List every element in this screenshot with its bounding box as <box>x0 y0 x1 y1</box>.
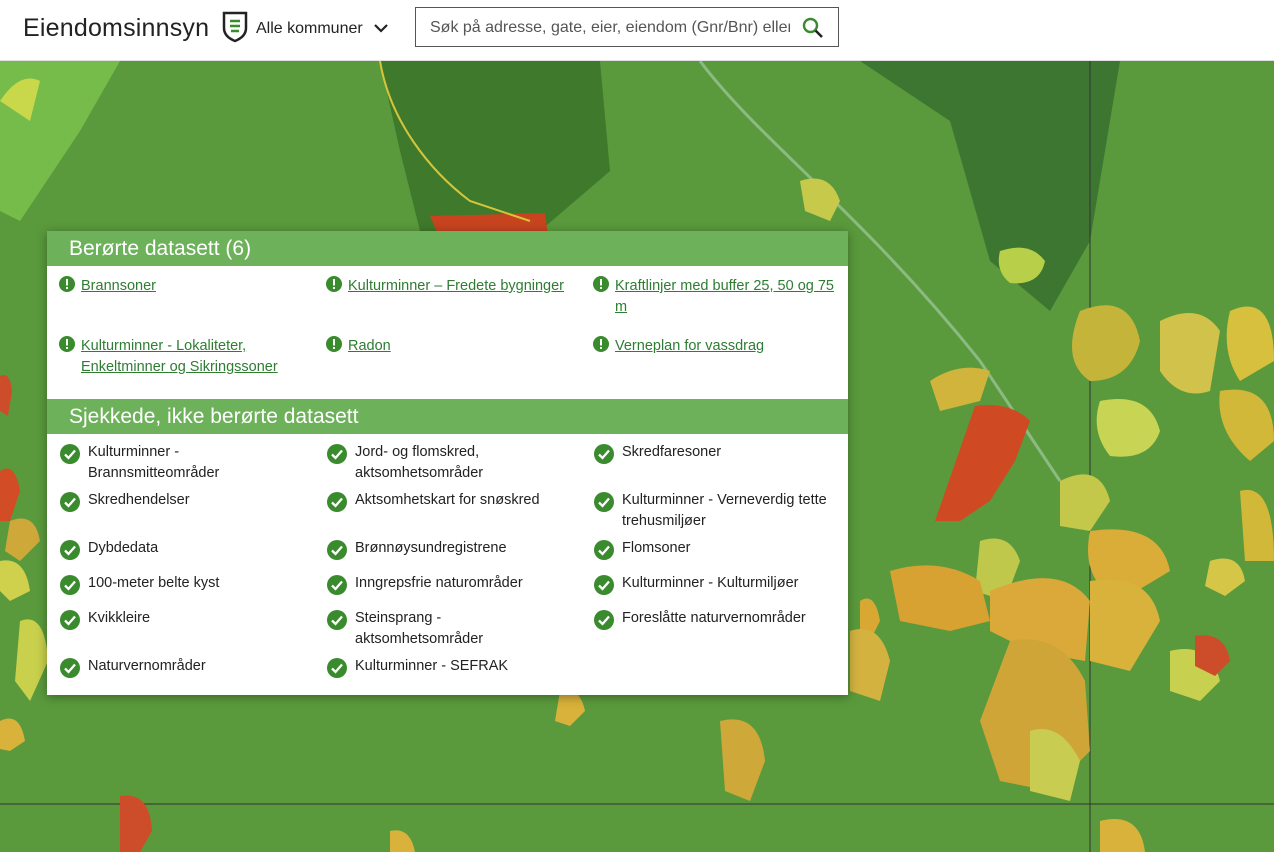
dataset-name: Naturvernområder <box>88 658 206 674</box>
dataset-name: Kulturminner - Verneverdig tette trehusm… <box>622 492 827 529</box>
dataset-name: Dybdedata <box>88 540 159 556</box>
list-item: Flomsoner <box>581 538 848 573</box>
top-bar: Eiendomsinnsyn Alle kommuner <box>0 0 1274 61</box>
list-item: Kulturminner - Kulturmiljøer <box>581 573 848 608</box>
list-item: Verneplan for vassdrag <box>581 326 848 386</box>
dataset-name: Kulturminner - SEFRAK <box>355 658 509 674</box>
list-item: Kraftlinjer med buffer 25, 50 og 75 m <box>581 266 848 326</box>
dataset-name: Inngrepsfrie naturområder <box>355 575 523 591</box>
warning-icon <box>593 336 609 359</box>
list-item: Aktsomhetskart for snøskred <box>314 490 581 538</box>
list-item: Kulturminner - SEFRAK <box>314 656 581 691</box>
list-item: Skredhendelser <box>47 490 314 538</box>
list-item: Foreslåtte naturvernområder <box>581 608 848 656</box>
dataset-link[interactable]: Kulturminner - Lokaliteter, Enkeltminner… <box>81 336 306 378</box>
check-circle-icon <box>327 610 347 637</box>
list-item: Radon <box>314 326 581 386</box>
list-item: Brannsoner <box>47 266 314 326</box>
check-circle-icon <box>594 492 614 519</box>
check-circle-icon <box>60 575 80 602</box>
check-circle-icon <box>327 575 347 602</box>
affected-datasets-heading: Berørte datasett (6) <box>47 231 848 266</box>
list-item: Kulturminner - Brannsmitteområder <box>47 442 314 490</box>
app-title[interactable]: Eiendomsinnsyn <box>23 14 209 43</box>
dataset-name: Foreslåtte naturvernområder <box>622 610 806 626</box>
check-circle-icon <box>60 492 80 519</box>
check-circle-icon <box>327 444 347 471</box>
dataset-link[interactable]: Radon <box>348 336 391 357</box>
check-circle-icon <box>60 610 80 637</box>
check-circle-icon <box>594 610 614 637</box>
dataset-name: Steinsprang - aktsomhetsområder <box>355 610 484 647</box>
check-circle-icon <box>60 658 80 685</box>
warning-icon <box>59 276 75 299</box>
list-item: Kulturminner - Verneverdig tette trehusm… <box>581 490 848 538</box>
list-item: Skredfaresoner <box>581 442 848 490</box>
list-item: Jord- og flomskred, aktsomhetsområder <box>314 442 581 490</box>
search-box <box>415 7 839 47</box>
check-circle-icon <box>594 540 614 567</box>
list-item: Dybdedata <box>47 538 314 573</box>
check-circle-icon <box>327 540 347 567</box>
warning-icon <box>326 336 342 359</box>
dataset-name: Skredhendelser <box>88 492 190 508</box>
dataset-name: Skredfaresoner <box>622 444 722 460</box>
dataset-name: Jord- og flomskred, aktsomhetsområder <box>355 444 484 481</box>
chevron-down-icon <box>373 20 389 38</box>
checked-datasets-heading: Sjekkede, ikke berørte datasett <box>47 399 848 434</box>
warning-icon <box>593 276 609 299</box>
list-item: Kulturminner - Lokaliteter, Enkeltminner… <box>47 326 314 386</box>
check-circle-icon <box>60 444 80 471</box>
check-circle-icon <box>594 444 614 471</box>
warning-icon <box>59 336 75 359</box>
list-item: Steinsprang - aktsomhetsområder <box>314 608 581 656</box>
affected-datasets-list: Brannsoner Kulturminner – Fredete bygnin… <box>47 266 848 386</box>
list-item: Kvikkleire <box>47 608 314 656</box>
check-circle-icon <box>60 540 80 567</box>
datasets-panel: Berørte datasett (6) Brannsoner Kulturmi… <box>47 231 848 695</box>
dataset-link[interactable]: Verneplan for vassdrag <box>615 336 764 357</box>
dataset-name: Flomsoner <box>622 540 691 556</box>
list-item: Kulturminner – Fredete bygninger <box>314 266 581 326</box>
warning-icon <box>326 276 342 299</box>
list-item: Naturvernområder <box>47 656 314 691</box>
dataset-name: 100-meter belte kyst <box>88 575 220 591</box>
search-input[interactable] <box>430 17 790 39</box>
list-item: Inngrepsfrie naturområder <box>314 573 581 608</box>
check-circle-icon <box>327 492 347 519</box>
dataset-link[interactable]: Kulturminner – Fredete bygninger <box>348 276 564 297</box>
municipality-selector[interactable]: Alle kommuner <box>222 11 389 48</box>
checked-datasets-list: Kulturminner - Brannsmitteområder Jord- … <box>47 434 848 691</box>
dataset-link[interactable]: Kraftlinjer med buffer 25, 50 og 75 m <box>615 276 840 318</box>
list-item: Brønnøysundregistrene <box>314 538 581 573</box>
dataset-name: Aktsomhetskart for snøskred <box>355 492 540 508</box>
shield-icon <box>222 11 248 48</box>
search-icon[interactable] <box>802 17 824 44</box>
dataset-name: Kulturminner - Brannsmitteområder <box>88 444 220 481</box>
list-item: 100-meter belte kyst <box>47 573 314 608</box>
dataset-link[interactable]: Brannsoner <box>81 276 156 297</box>
dataset-name: Kulturminner - Kulturmiljøer <box>622 575 799 591</box>
dataset-name: Brønnøysundregistrene <box>355 540 507 556</box>
municipality-label: Alle kommuner <box>256 20 363 37</box>
check-circle-icon <box>327 658 347 685</box>
check-circle-icon <box>594 575 614 602</box>
dataset-name: Kvikkleire <box>88 610 151 626</box>
